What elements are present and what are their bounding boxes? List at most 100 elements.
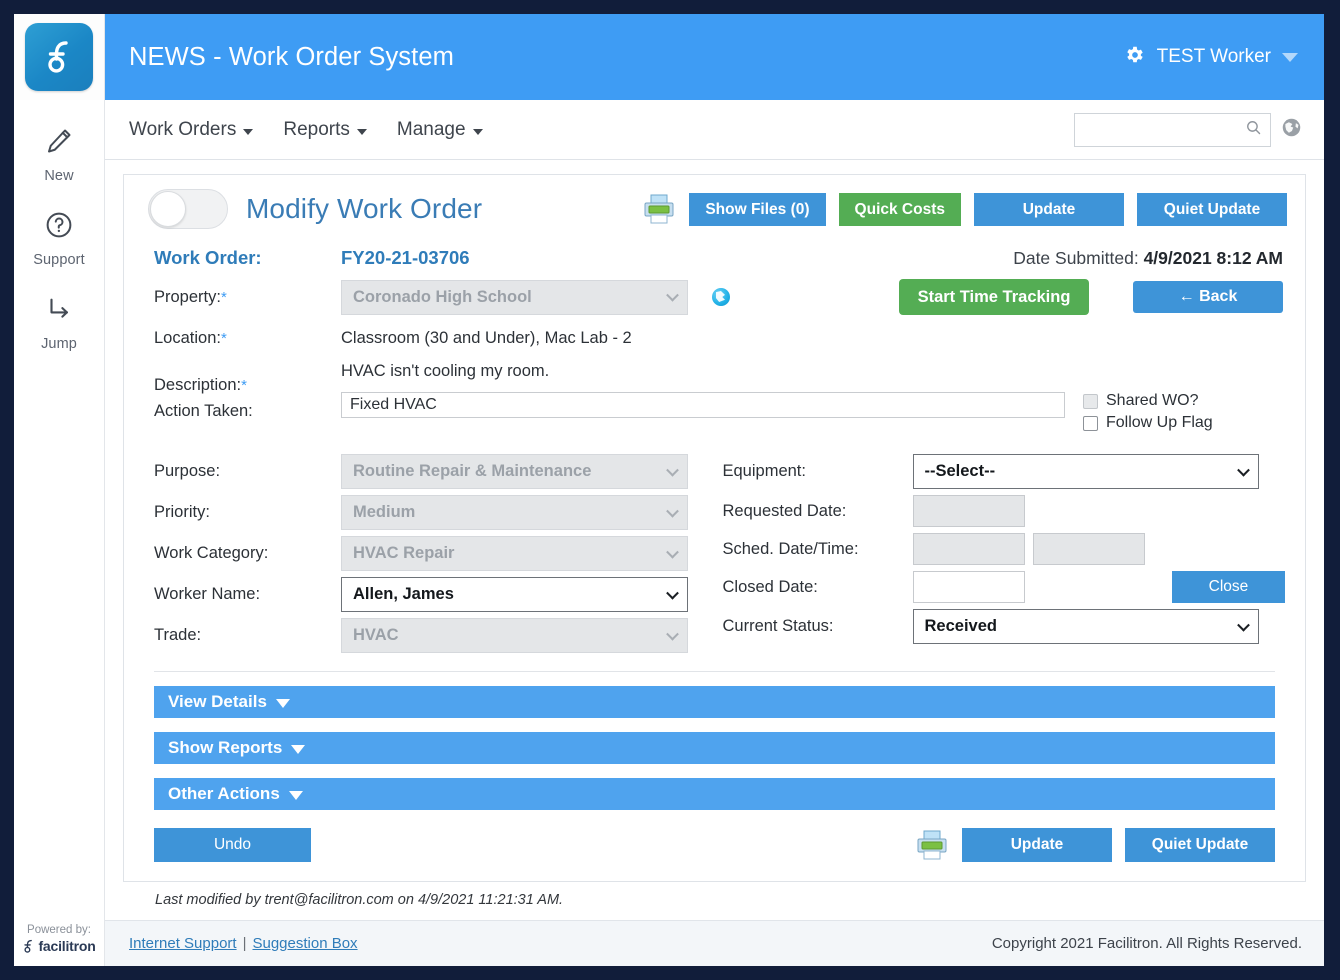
closed-date-field[interactable] bbox=[912, 571, 1025, 603]
equipment-label: Equipment: bbox=[722, 462, 806, 480]
sched-date-row: Sched. Date/Time: bbox=[715, 533, 1288, 565]
sidebar-item-support[interactable]: Support bbox=[14, 210, 104, 268]
sched-date-field bbox=[912, 533, 1025, 565]
property-label: Property:* bbox=[154, 287, 227, 306]
equipment-select-wrap: --Select-- bbox=[912, 454, 1259, 489]
work-order-id-row: Work Order: FY20-21-03706 Date Submitted… bbox=[142, 247, 1287, 269]
pencil-icon bbox=[44, 126, 74, 161]
trade-label: Trade: bbox=[154, 626, 202, 644]
printer-icon[interactable] bbox=[915, 829, 949, 861]
facilitron-mark-icon bbox=[24, 939, 33, 953]
printer-icon[interactable] bbox=[642, 193, 676, 225]
mode-toggle[interactable] bbox=[148, 189, 228, 229]
last-modified-text: Last modified by trent@facilitron.com on… bbox=[155, 892, 564, 908]
card-title: Modify Work Order bbox=[246, 193, 483, 224]
quiet-update-button-bottom[interactable]: Quiet Update bbox=[1125, 828, 1275, 862]
search-box[interactable] bbox=[1074, 112, 1271, 147]
follow-up-label: Follow Up Flag bbox=[1106, 414, 1213, 431]
trade-row: Trade: HVAC bbox=[142, 618, 715, 653]
priority-label: Priority: bbox=[154, 503, 210, 521]
date-submitted-value: 4/9/2021 8:12 AM bbox=[1143, 248, 1283, 268]
shared-wo-checkbox-row[interactable]: Shared WO? bbox=[1083, 392, 1258, 410]
card-header: Modify Work Order Show Files (0) Quick C… bbox=[142, 189, 1287, 229]
shared-wo-label: Shared WO? bbox=[1106, 392, 1199, 409]
close-button[interactable]: Close bbox=[1172, 571, 1285, 603]
quick-costs-button[interactable]: Quick Costs bbox=[838, 192, 961, 226]
nav-item-manage[interactable]: Manage bbox=[397, 119, 483, 141]
action-taken-input[interactable] bbox=[341, 392, 1065, 418]
work-category-select: HVAC Repair bbox=[341, 536, 688, 571]
accordion-view-details[interactable]: View Details bbox=[154, 686, 1275, 718]
card-footer-right-actions: Update Quiet Update bbox=[915, 828, 1275, 862]
search-icon[interactable] bbox=[1245, 119, 1262, 141]
priority-select-wrap: Medium bbox=[341, 495, 688, 530]
nav-item-reports[interactable]: Reports bbox=[283, 119, 367, 141]
current-status-row: Current Status: Received bbox=[715, 609, 1288, 644]
printer-glyph bbox=[644, 194, 674, 224]
nav-right-group bbox=[1074, 112, 1302, 147]
property-globe-icon[interactable] bbox=[712, 288, 730, 306]
worker-name-label: Worker Name: bbox=[154, 585, 261, 603]
printer-glyph bbox=[917, 830, 947, 860]
show-files-button[interactable]: Show Files (0) bbox=[689, 192, 826, 226]
current-status-select[interactable]: Received bbox=[912, 609, 1259, 644]
left-sidebar: New Support Jump Powered by: facilitron bbox=[14, 14, 105, 966]
worker-name-select[interactable]: Allen, James bbox=[341, 577, 688, 612]
logo-container[interactable] bbox=[14, 14, 104, 100]
checkbox-group: Shared WO? Follow Up Flag bbox=[1083, 392, 1258, 432]
nav-item-reports-label: Reports bbox=[283, 118, 350, 140]
section-divider bbox=[154, 671, 1275, 672]
equipment-select[interactable]: --Select-- bbox=[912, 454, 1259, 489]
user-name-label: TEST Worker bbox=[1156, 46, 1271, 67]
work-order-label: Work Order: bbox=[154, 247, 262, 268]
shared-wo-checkbox[interactable] bbox=[1083, 393, 1098, 409]
purpose-row: Purpose: Routine Repair & Maintenance bbox=[142, 454, 715, 489]
accordion-other-actions-label: Other Actions bbox=[168, 784, 280, 803]
chevron-down-icon bbox=[356, 128, 367, 135]
property-select: Coronado High School bbox=[341, 279, 688, 315]
footer-separator: | bbox=[242, 935, 247, 952]
follow-up-checkbox[interactable] bbox=[1083, 415, 1098, 431]
globe-icon[interactable] bbox=[1281, 117, 1302, 143]
accordion-other-actions[interactable]: Other Actions bbox=[154, 778, 1275, 810]
powered-by-block: Powered by: facilitron bbox=[14, 923, 104, 966]
internet-support-link[interactable]: Internet Support bbox=[129, 935, 237, 952]
powered-by-brand: facilitron bbox=[14, 938, 104, 954]
sidebar-item-jump[interactable]: Jump bbox=[14, 294, 104, 352]
accordion-show-reports-label: Show Reports bbox=[168, 738, 283, 757]
suggestion-box-link[interactable]: Suggestion Box bbox=[252, 935, 357, 952]
update-button-top[interactable]: Update bbox=[974, 192, 1124, 226]
chevron-down-icon[interactable] bbox=[1282, 52, 1298, 62]
nav-item-manage-label: Manage bbox=[396, 118, 466, 140]
sidebar-item-new[interactable]: New bbox=[14, 126, 104, 184]
description-value: HVAC isn't cooling my room. bbox=[341, 362, 550, 380]
follow-up-checkbox-row[interactable]: Follow Up Flag bbox=[1083, 414, 1258, 432]
page-title: NEWS - Work Order System bbox=[129, 42, 454, 71]
closed-date-label: Closed Date: bbox=[722, 577, 818, 596]
start-time-tracking-button[interactable]: Start Time Tracking bbox=[899, 279, 1089, 315]
worker-name-row: Worker Name: Allen, James bbox=[142, 577, 715, 612]
sched-date-label: Sched. Date/Time: bbox=[722, 539, 859, 558]
undo-button[interactable]: Undo bbox=[154, 828, 311, 862]
form-two-columns: Purpose: Routine Repair & Maintenance Pr… bbox=[142, 448, 1287, 653]
user-menu[interactable]: TEST Worker bbox=[1124, 44, 1298, 71]
globe-glyph bbox=[1282, 118, 1301, 136]
requested-date-label: Requested Date: bbox=[722, 501, 847, 520]
sidebar-item-jump-label: Jump bbox=[41, 336, 77, 352]
purpose-select: Routine Repair & Maintenance bbox=[341, 454, 688, 489]
sidebar-item-support-label: Support bbox=[33, 252, 85, 268]
location-row: Location:* Classroom (30 and Under), Mac… bbox=[142, 329, 1287, 348]
back-button[interactable]: ← Back bbox=[1133, 281, 1283, 313]
chevron-down-icon bbox=[291, 744, 306, 754]
nav-item-work-orders[interactable]: Work Orders bbox=[129, 119, 254, 141]
description-row: Description:* HVAC isn't cooling my room… bbox=[142, 362, 1287, 432]
sched-time-field-wrap bbox=[1032, 533, 1145, 565]
search-input[interactable] bbox=[1085, 120, 1245, 139]
location-label: Location:* bbox=[154, 329, 227, 347]
gear-icon[interactable] bbox=[1124, 44, 1146, 71]
quiet-update-button-top[interactable]: Quiet Update bbox=[1137, 192, 1287, 226]
action-taken-label: Action Taken: bbox=[154, 402, 253, 420]
update-button-bottom[interactable]: Update bbox=[962, 828, 1112, 862]
header-action-buttons: Start Time Tracking ← Back bbox=[899, 279, 1287, 315]
accordion-show-reports[interactable]: Show Reports bbox=[154, 732, 1275, 764]
